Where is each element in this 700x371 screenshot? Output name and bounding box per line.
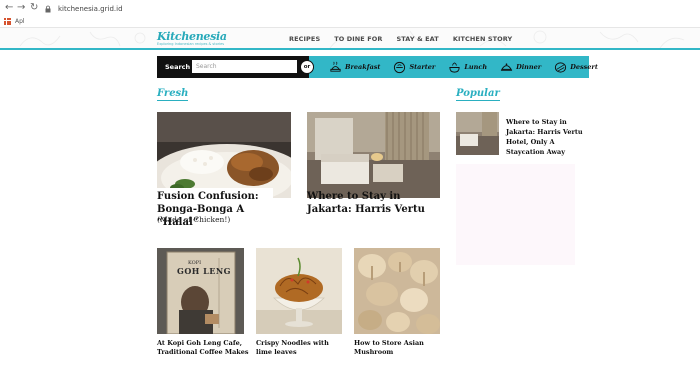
category-dessert[interactable]: Dessert xyxy=(554,61,598,74)
forward-arrow-icon[interactable]: → xyxy=(17,3,27,13)
section-underline xyxy=(456,99,500,101)
lock-icon xyxy=(45,5,51,13)
bookmark-apps[interactable]: Apl xyxy=(4,17,25,26)
category-label: Dessert xyxy=(570,63,598,71)
nav-stay-and-eat[interactable]: STAY & EAT xyxy=(397,35,439,43)
category-label: Breakfast xyxy=(345,63,381,71)
category-starter[interactable]: Starter xyxy=(393,61,435,74)
category-lunch[interactable]: Lunch xyxy=(448,61,487,74)
logo-tagline: Exploring Indonesian recipes & stories xyxy=(157,42,225,46)
main-nav: RECIPES TO DINE FOR STAY & EAT KITCHEN S… xyxy=(289,35,526,43)
back-arrow-icon[interactable]: ← xyxy=(5,3,15,13)
search-label: Search xyxy=(165,63,191,71)
article-title-asian-mushroom[interactable]: How to Store Asian Mushroom xyxy=(354,339,444,357)
dinner-icon xyxy=(501,62,513,71)
dessert-icon xyxy=(555,61,567,73)
book-cover-text-goh-leng: GOH LENG xyxy=(177,266,232,276)
starter-icon xyxy=(394,61,406,73)
article-image-asian-mushroom[interactable] xyxy=(354,248,440,334)
search-input[interactable] xyxy=(192,60,297,73)
search-category-bar: Search or Breakfast Starter Lu xyxy=(157,56,598,78)
address-bar[interactable]: kitchenesia.grid.id xyxy=(44,2,664,16)
apps-grid-icon xyxy=(4,18,11,25)
category-label: Dinner xyxy=(516,63,542,71)
article-image-fusion[interactable] xyxy=(157,112,291,198)
category-list: Breakfast Starter Lunch Dinner Dessert xyxy=(329,59,611,75)
nav-to-dine-for[interactable]: TO DINE FOR xyxy=(334,35,382,43)
ad-placeholder xyxy=(456,164,575,265)
category-dinner[interactable]: Dinner xyxy=(500,61,541,74)
nav-recipes[interactable]: RECIPES xyxy=(289,35,320,43)
or-badge: or xyxy=(300,60,314,74)
article-title-kopi-goh-leng[interactable]: At Kopi Goh Leng Cafe, Traditional Coffe… xyxy=(157,339,249,357)
site-logo[interactable]: Kitchenesia Exploring Indonesian recipes… xyxy=(157,30,227,46)
apps-label: Apl xyxy=(15,18,25,25)
category-label: Starter xyxy=(409,63,436,71)
browser-toolbar: ← → ↻ kitchenesia.grid.id Apl xyxy=(0,0,700,28)
article-image-kopi-goh-leng[interactable]: KOPI GOH LENG xyxy=(157,248,244,334)
section-title-text: Popular xyxy=(456,88,500,99)
article-image-crispy-noodles[interactable] xyxy=(256,248,342,334)
article-title-crispy-noodles[interactable]: Crispy Noodles with lime leaves xyxy=(256,339,346,357)
popular-title-harris-vertu[interactable]: Where to Stay in Jakarta: Harris Vertu H… xyxy=(506,117,586,157)
article-title-harris-vertu[interactable]: Where to Stay in Jakarta: Harris Vertu xyxy=(307,190,427,216)
section-title-fresh: Fresh xyxy=(157,88,189,101)
article-image-harris-vertu[interactable] xyxy=(307,112,440,198)
site-header: Kitchenesia Exploring Indonesian recipes… xyxy=(0,28,700,50)
category-breakfast[interactable]: Breakfast xyxy=(329,61,380,74)
section-underline xyxy=(157,99,189,101)
category-label: Lunch xyxy=(464,63,488,71)
search-block: Search xyxy=(157,56,309,78)
section-title-popular: Popular xyxy=(456,88,500,101)
url-text: kitchenesia.grid.id xyxy=(58,5,123,13)
article-subtitle-fusion: (Made of Chicken!) xyxy=(157,215,231,224)
breakfast-icon xyxy=(330,61,341,72)
nav-kitchen-story[interactable]: KITCHEN STORY xyxy=(453,35,513,43)
popular-thumb-harris-vertu[interactable] xyxy=(456,112,499,155)
lunch-icon xyxy=(449,61,460,73)
section-title-text: Fresh xyxy=(157,88,189,99)
reload-icon[interactable]: ↻ xyxy=(30,3,40,13)
